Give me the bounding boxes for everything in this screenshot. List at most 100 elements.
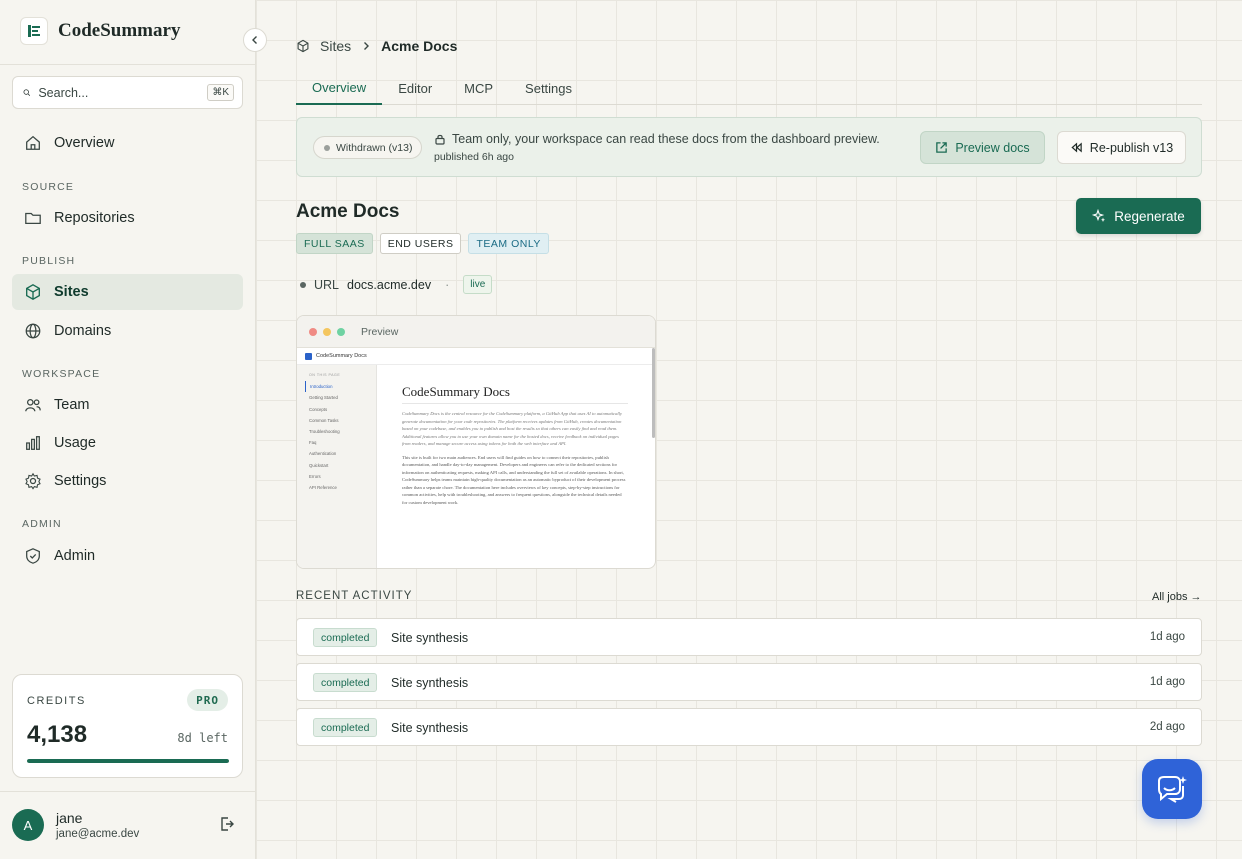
search-shortcut: ⌘K [207, 84, 234, 101]
job-time: 1d ago [1149, 676, 1185, 688]
section-workspace: WORKSPACE [22, 368, 101, 380]
url-label: URL [314, 277, 340, 292]
site-url-row: URL docs.acme.dev · live [300, 275, 493, 294]
sparkles-icon [1092, 209, 1106, 222]
job-name: Site synthesis [391, 631, 469, 645]
tab-mcp[interactable]: MCP [448, 72, 509, 104]
sidebar-item-admin[interactable]: Admin [12, 538, 243, 574]
job-name: Site synthesis [391, 676, 469, 690]
sidebar-item-label: Admin [54, 548, 96, 564]
page-title: Acme Docs [296, 201, 400, 222]
docs-preview-card[interactable]: Preview CodeSummary Docs ON THIS PAGE In… [296, 315, 656, 569]
status-badge: completed [313, 628, 378, 647]
bar-chart-icon [26, 436, 40, 450]
rewind-icon [1071, 142, 1082, 153]
chat-icon [1158, 776, 1187, 803]
preview-paragraph: This site is built for two main audience… [402, 454, 626, 505]
sidebar-item-label: Domains [54, 323, 112, 339]
user-profile[interactable]: A jane jane@acme.dev [12, 809, 139, 841]
home-icon [26, 135, 40, 150]
sidebar-collapse-button[interactable] [243, 28, 267, 52]
window-close-dot [309, 327, 317, 336]
preview-nav-item: API Reference [309, 484, 337, 490]
sidebar-item-settings[interactable]: Settings [12, 463, 243, 499]
site-tags: FULL SAAS END USERS TEAM ONLY [296, 233, 549, 254]
banner-message: Team only, your workspace can read these… [434, 132, 880, 146]
table-row[interactable]: completed Site synthesis 2d ago [296, 708, 1202, 746]
preview-content: CodeSummary Docs CodeSummary Docs is the… [402, 384, 628, 506]
preview-window-bar: Preview [297, 316, 655, 348]
republish-button[interactable]: Re-publish v13 [1057, 131, 1186, 164]
plan-badge: PRO [187, 689, 228, 711]
credits-progress [27, 759, 229, 763]
tab-editor[interactable]: Editor [382, 72, 448, 104]
credits-progress-fill [27, 759, 229, 763]
table-row[interactable]: completed Site synthesis 1d ago [296, 663, 1202, 701]
tag-team-only: TEAM ONLY [468, 233, 549, 254]
regenerate-button[interactable]: Regenerate [1076, 198, 1201, 234]
logout-icon[interactable] [219, 816, 235, 837]
breadcrumb: Sites Acme Docs [296, 38, 457, 54]
sidebar-item-overview[interactable]: Overview [12, 125, 243, 161]
chat-support-button[interactable] [1142, 759, 1202, 819]
preview-nav-item: Common Tasks [309, 417, 339, 423]
sidebar-item-label: Usage [54, 435, 96, 451]
publish-status-banner: Withdrawn (v13) Team only, your workspac… [296, 117, 1202, 177]
job-name: Site synthesis [391, 721, 469, 735]
users-icon [25, 398, 41, 412]
breadcrumb-sites[interactable]: Sites [320, 38, 351, 54]
status-badge: completed [313, 673, 378, 692]
preview-nav-item: Getting Started [309, 395, 338, 401]
section-source: SOURCE [22, 181, 75, 193]
external-link-icon [936, 142, 948, 153]
search-box[interactable]: ⌘K [12, 76, 243, 109]
globe-icon [25, 323, 41, 339]
sidebar-item-label: Overview [54, 135, 115, 151]
gear-icon [25, 472, 41, 490]
folder-icon [25, 212, 41, 225]
all-jobs-link[interactable]: All jobs → [1152, 591, 1202, 603]
sidebar-item-domains[interactable]: Domains [12, 313, 243, 349]
preview-nav-heading: ON THIS PAGE [309, 373, 341, 377]
sidebar-item-sites[interactable]: Sites [12, 274, 243, 310]
preview-logo-icon [305, 352, 312, 360]
sidebar-item-label: Sites [54, 284, 89, 300]
table-row[interactable]: completed Site synthesis 1d ago [296, 618, 1202, 656]
site-url-link[interactable]: docs.acme.dev [347, 278, 431, 292]
main-content: Sites Acme Docs Overview Editor MCP Sett… [256, 0, 1242, 859]
tag-end-users: END USERS [379, 233, 462, 254]
preview-nav-item: Quickstart [309, 462, 329, 468]
search-input[interactable] [38, 85, 200, 100]
job-time: 2d ago [1149, 721, 1185, 733]
banner-message-text: Team only, your workspace can read these… [452, 132, 880, 146]
tab-overview[interactable]: Overview [296, 72, 383, 105]
job-time: 1d ago [1149, 631, 1185, 643]
tab-settings[interactable]: Settings [509, 72, 588, 104]
credits-label: CREDITS [27, 695, 86, 707]
preview-site-header: CodeSummary Docs [297, 348, 655, 365]
user-email: jane@acme.dev [56, 828, 140, 840]
published-time: published 6h ago [434, 151, 514, 163]
regenerate-label: Regenerate [1114, 208, 1185, 224]
sidebar-item-label: Repositories [54, 210, 135, 226]
preview-paragraph: CodeSummary Docs is the central resource… [402, 411, 622, 446]
url-status-dot [300, 281, 306, 288]
url-separator: · [445, 277, 450, 292]
credits-card: CREDITS PRO 4,138 8d left [12, 674, 243, 778]
preview-site-name: CodeSummary Docs [316, 353, 367, 359]
preview-docs-button[interactable]: Preview docs [920, 131, 1045, 164]
section-admin: ADMIN [22, 518, 62, 530]
tab-bar: Overview Editor MCP Settings [296, 72, 1202, 105]
sidebar-divider [0, 791, 256, 792]
chevron-right-icon [364, 42, 370, 50]
sidebar-item-usage[interactable]: Usage [12, 425, 243, 461]
brand[interactable]: CodeSummary [20, 17, 180, 45]
preview-nav-item: Concepts [309, 406, 328, 412]
recent-activity-heading: RECENT ACTIVITY [296, 590, 413, 602]
preview-scrollbar[interactable] [652, 348, 655, 438]
credits-value: 4,138 [27, 721, 88, 748]
sidebar-item-repositories[interactable]: Repositories [12, 200, 243, 236]
window-maximize-dot [337, 327, 345, 336]
sidebar-item-team[interactable]: Team [12, 387, 243, 423]
window-minimize-dot [323, 327, 331, 336]
